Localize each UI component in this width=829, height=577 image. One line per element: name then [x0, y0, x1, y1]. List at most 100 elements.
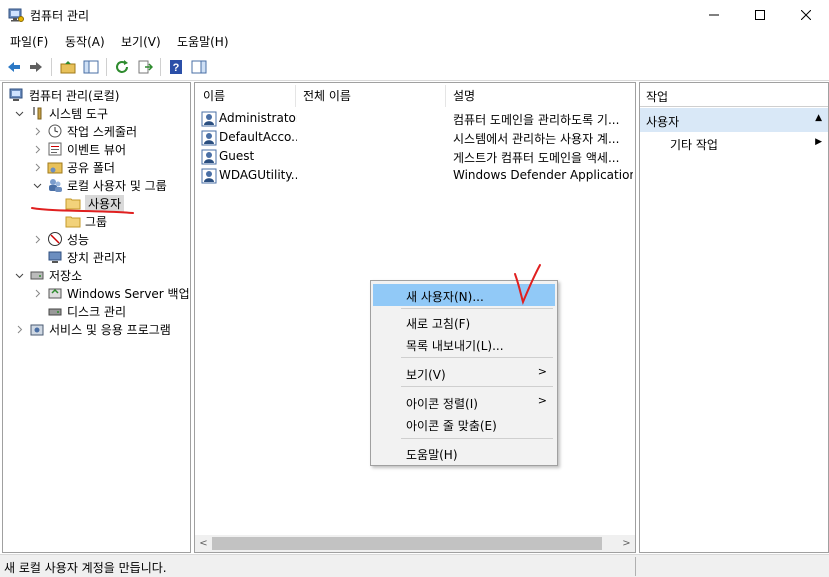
close-button[interactable] — [783, 0, 829, 30]
menu-bar: 파일(F) 동작(A) 보기(V) 도움말(H) — [0, 30, 829, 52]
horizontal-scrollbar[interactable]: < > — [195, 535, 635, 552]
context-menu-item[interactable]: 목록 내보내기(L)... — [373, 333, 555, 355]
tree-item[interactable]: 사용자 — [49, 194, 125, 212]
tree-item[interactable]: 저장소 — [13, 266, 82, 284]
maximize-button[interactable] — [737, 0, 783, 30]
user-icon — [201, 111, 217, 127]
context-menu-item-label: 아이콘 정렬(I) — [406, 397, 478, 411]
context-menu-item-label: 보기(V) — [406, 368, 446, 382]
user-name: Administrator — [219, 111, 297, 125]
tree-item[interactable]: 이벤트 뷰어 — [31, 140, 126, 158]
storage-icon — [29, 267, 45, 283]
user-name: DefaultAcco... — [219, 130, 297, 144]
tree-item-label: 저장소 — [49, 268, 83, 283]
chevron-right-icon[interactable] — [31, 143, 43, 155]
forward-icon[interactable] — [26, 57, 46, 77]
scrollbar-thumb[interactable] — [212, 537, 602, 550]
back-icon[interactable] — [4, 57, 24, 77]
chevron-down-icon[interactable] — [13, 107, 25, 119]
user-description: 게스트가 컴퓨터 도메인을 액세... — [453, 151, 620, 165]
context-menu-item[interactable]: 보기(V) > — [373, 362, 555, 384]
context-menu-item-label: 새로 고침(F) — [406, 317, 471, 331]
show-hide-tree-icon[interactable] — [81, 57, 101, 77]
scroll-left-button[interactable]: < — [195, 535, 212, 552]
tree-item-label: 성능 — [67, 232, 90, 247]
context-menu-item[interactable]: 도움말(H) — [373, 442, 555, 464]
submenu-arrow-icon: > — [537, 394, 547, 407]
column-header-name[interactable]: 이름 — [203, 87, 225, 104]
context-menu-item-label: 목록 내보내기(L)... — [406, 339, 504, 353]
context-menu-separator — [401, 386, 553, 387]
action-more-actions-label: 기타 작업 — [670, 138, 718, 152]
svg-text:?: ? — [173, 62, 180, 74]
shared-folder-icon — [47, 159, 63, 175]
tree-item[interactable]: 성능 — [31, 230, 89, 248]
context-menu-item[interactable]: 아이콘 정렬(I) > — [373, 391, 555, 413]
tree-item[interactable]: 디스크 관리 — [31, 302, 126, 320]
show-action-pane-icon[interactable] — [189, 57, 209, 77]
menu-help[interactable]: 도움말(H) — [177, 33, 229, 50]
chevron-right-icon[interactable] — [31, 233, 43, 245]
export-list-icon[interactable] — [135, 57, 155, 77]
scroll-right-button[interactable]: > — [618, 535, 635, 552]
collapse-arrow-icon[interactable]: ▲ — [815, 113, 822, 123]
tree-item[interactable]: 서비스 및 응용 프로그램 — [13, 320, 171, 338]
tree-item-label: 서비스 및 응용 프로그램 — [49, 322, 171, 337]
list-item[interactable]: WDAGUtility... Windows Defender Applicati… — [195, 166, 635, 185]
column-header-description[interactable]: 설명 — [453, 87, 475, 104]
chevron-down-icon[interactable] — [31, 179, 43, 191]
services-icon — [29, 321, 45, 337]
user-description: 시스템에서 관리하는 사용자 계... — [453, 132, 620, 146]
tree-item-label: 디스크 관리 — [67, 304, 127, 319]
tree-item[interactable]: 컴퓨터 관리(로컬) — [5, 86, 119, 104]
tree-item[interactable]: 시스템 도구 — [13, 104, 108, 122]
tree-item-label: 컴퓨터 관리(로컬) — [29, 88, 120, 103]
context-menu-item[interactable]: 새 사용자(N)... — [373, 284, 555, 306]
list-item[interactable]: DefaultAcco... 시스템에서 관리하는 사용자 계... — [195, 128, 635, 147]
context-menu-item[interactable]: 아이콘 줄 맞춤(E) — [373, 413, 555, 435]
backup-icon — [47, 285, 63, 301]
context-menu-item[interactable]: 새로 고침(F) — [373, 311, 555, 333]
list-item[interactable]: Guest 게스트가 컴퓨터 도메인을 액세... — [195, 147, 635, 166]
list-item[interactable]: Administrator 컴퓨터 도메인을 관리하도록 기... — [195, 109, 635, 128]
context-menu-separator — [401, 308, 553, 309]
actions-header-label: 작업 — [646, 90, 669, 104]
chevron-right-icon[interactable] — [13, 323, 25, 335]
tree-item-label: 사용자 — [85, 194, 125, 212]
menu-file[interactable]: 파일(F) — [10, 33, 48, 50]
tree-item[interactable]: 장치 관리자 — [31, 248, 126, 266]
actions-section-label: 사용자 — [646, 115, 680, 129]
actions-section-users[interactable]: 사용자 ▲ — [640, 108, 828, 132]
user-icon — [201, 168, 217, 184]
computer-management-icon — [8, 7, 24, 23]
chevron-right-icon[interactable] — [31, 125, 43, 137]
tree-item[interactable]: 공유 폴더 — [31, 158, 115, 176]
tree-item[interactable]: Windows Server 백업 — [31, 284, 190, 302]
menu-view[interactable]: 보기(V) — [121, 33, 161, 50]
refresh-icon[interactable] — [112, 57, 132, 77]
tree-item-label: 이벤트 뷰어 — [67, 142, 127, 157]
navigation-tree[interactable]: 컴퓨터 관리(로컬) 시스템 도구 작업 스케줄러이벤트 뷰어 공유 폴더 로컬 사용자… — [2, 82, 191, 553]
column-header-full-name[interactable]: 전체 이름 — [303, 87, 351, 104]
tree-item-label: 장치 관리자 — [67, 250, 127, 265]
chevron-down-icon[interactable] — [13, 269, 25, 281]
actions-header: 작업 — [640, 83, 828, 107]
tree-item[interactable]: 작업 스케줄러 — [31, 122, 137, 140]
menu-action[interactable]: 동작(A) — [65, 33, 105, 50]
device-manager-icon — [47, 249, 63, 265]
tree-item[interactable]: 그룹 — [49, 212, 107, 230]
help-icon[interactable]: ? — [166, 57, 186, 77]
tree-item[interactable]: 로컬 사용자 및 그룹 — [31, 176, 167, 194]
action-more-actions[interactable]: 기타 작업 ▶ — [640, 133, 828, 153]
title-bar: 컴퓨터 관리 — [0, 0, 829, 30]
toolbar: ? — [0, 53, 829, 81]
chevron-right-icon[interactable] — [31, 287, 43, 299]
user-name: WDAGUtility... — [219, 168, 297, 182]
minimize-button[interactable] — [691, 0, 737, 30]
clock-icon — [47, 123, 63, 139]
window-title: 컴퓨터 관리 — [30, 9, 90, 23]
up-folder-icon[interactable] — [58, 57, 78, 77]
chevron-right-icon[interactable] — [31, 161, 43, 173]
